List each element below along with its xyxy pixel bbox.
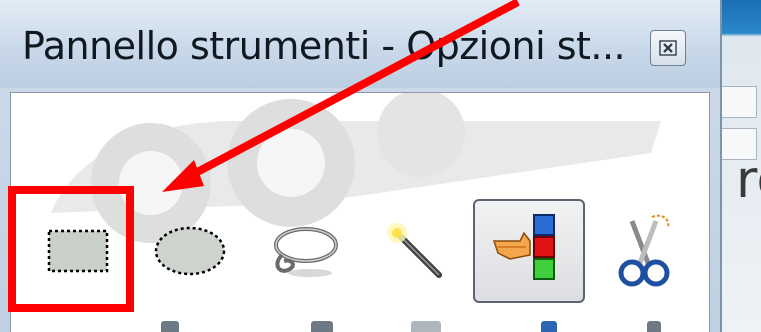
window-title: Pannello strumenti - Opzioni st... (22, 24, 626, 68)
ellipse-select-icon (154, 226, 226, 276)
tool-row-partial (411, 321, 441, 332)
tool-scissors-select[interactable] (589, 201, 699, 301)
tool-row-partial (647, 321, 661, 332)
tool-rect-select[interactable] (23, 201, 133, 301)
background-partial-text: rg (736, 150, 761, 210)
tool-fuzzy-select[interactable] (359, 201, 469, 301)
lasso-icon (274, 227, 338, 277)
scissors-icon (618, 214, 670, 287)
select-by-color-icon (492, 214, 555, 280)
close-button[interactable] (650, 30, 686, 66)
magic-wand-icon (387, 223, 442, 278)
tool-row-partial (541, 321, 557, 332)
title-bar[interactable]: Pannello strumenti - Opzioni st... (0, 0, 720, 88)
tool-select-by-color[interactable] (473, 199, 585, 303)
close-icon (659, 40, 677, 56)
toolbox-panel (10, 92, 710, 332)
tool-row-partial (161, 321, 179, 332)
screenshot-stage: rg Pannello strumenti - Opzioni st... (0, 0, 761, 332)
toolbox-window: Pannello strumenti - Opzioni st... (0, 0, 722, 332)
rectangle-select-icon (47, 229, 109, 273)
tool-free-select[interactable] (247, 201, 357, 301)
tool-row-partial (311, 321, 333, 332)
tool-ellipse-select[interactable] (135, 201, 245, 301)
